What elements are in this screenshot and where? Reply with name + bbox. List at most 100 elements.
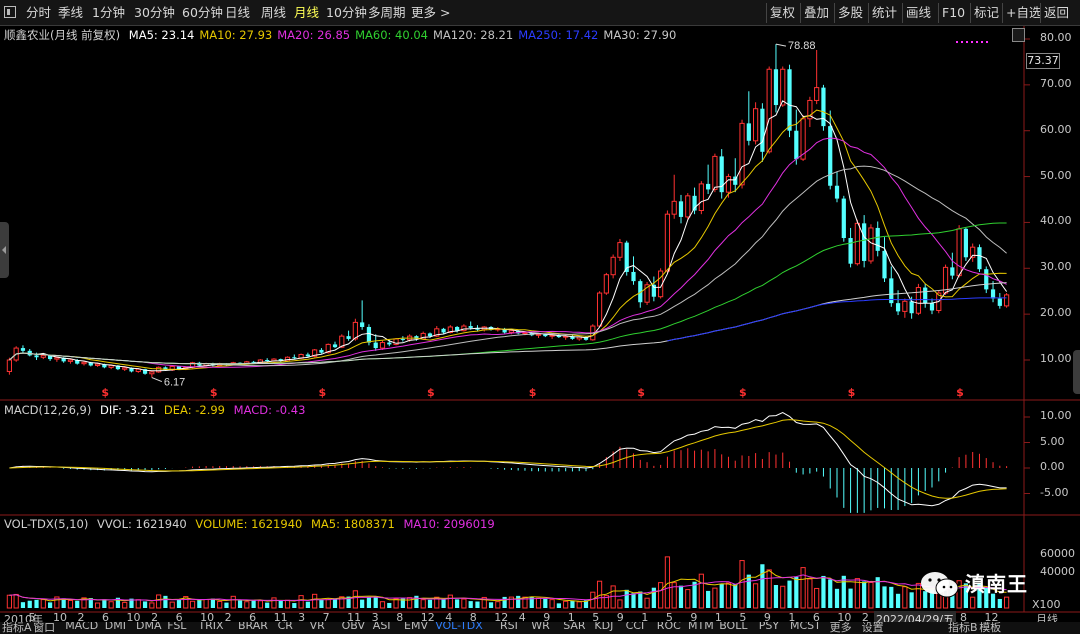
- vol-bar-down: [543, 598, 548, 608]
- indicator-tab-2[interactable]: MACD: [65, 622, 98, 632]
- candle-up: [508, 330, 514, 333]
- indicator-tab-9[interactable]: VR: [310, 622, 325, 632]
- dividend-marker[interactable]: $: [101, 386, 109, 399]
- window-icon[interactable]: [4, 6, 16, 18]
- toolbar-button-8[interactable]: 返回: [1044, 4, 1069, 22]
- indicator-tab-13[interactable]: VOL-TDX: [435, 622, 483, 632]
- indicator-tab-0[interactable]: 指标A: [2, 622, 32, 634]
- dividend-marker[interactable]: $: [739, 386, 747, 399]
- indicator-tab-1[interactable]: 窗口: [33, 622, 55, 634]
- price-axis-label: 40.00: [1040, 214, 1072, 228]
- period-tab-10[interactable]: 更多 >: [411, 4, 450, 22]
- dividend-marker[interactable]: $: [848, 386, 856, 399]
- vol-bar-down: [889, 586, 894, 608]
- vol-bar-down: [366, 596, 372, 608]
- period-tab-0[interactable]: 分时: [26, 4, 51, 22]
- period-tab-7[interactable]: 月线: [294, 4, 319, 22]
- vol-bar-up: [122, 601, 128, 609]
- candle-down: [441, 328, 446, 333]
- candle-up: [868, 227, 874, 262]
- toolbar-button-7[interactable]: +自选: [1006, 4, 1041, 22]
- indicator-tab-7[interactable]: BRAR: [238, 622, 268, 632]
- period-tab-3[interactable]: 30分钟: [134, 4, 175, 22]
- dividend-marker[interactable]: $: [637, 386, 645, 399]
- toolbar-button-4[interactable]: 画线: [906, 4, 931, 22]
- indicator-tab-11[interactable]: ASI: [373, 622, 391, 632]
- indicator-tab-12[interactable]: EMV: [404, 622, 428, 632]
- toolbar-separator: [1002, 3, 1003, 23]
- dividend-marker[interactable]: $: [427, 386, 435, 399]
- vol-bar-down: [841, 575, 846, 608]
- toolbar-button-5[interactable]: F10: [942, 4, 965, 22]
- right-collapse-handle[interactable]: [1073, 350, 1080, 394]
- period-tab-9[interactable]: 多周期: [368, 4, 406, 22]
- indicator-tab-18[interactable]: CCI: [626, 622, 645, 632]
- toolbar-button-3[interactable]: 统计: [872, 4, 897, 22]
- candle-down: [760, 108, 765, 152]
- indicator-tab-21[interactable]: BOLL: [719, 622, 747, 632]
- vol-bar-up: [698, 573, 704, 609]
- vol-bar-up: [156, 594, 162, 609]
- indicator-tab-14[interactable]: RSI: [500, 622, 518, 632]
- indicator-tab-25[interactable]: 设置: [862, 622, 884, 634]
- vol-bar-up: [257, 600, 263, 609]
- dividend-marker[interactable]: $: [210, 386, 218, 399]
- vol-bar-up: [407, 597, 413, 609]
- indicator-tab-22[interactable]: PSY: [759, 622, 779, 632]
- candle-up: [780, 68, 786, 106]
- indicator-tab-6[interactable]: TRIX: [198, 622, 223, 632]
- toolbar-button-1[interactable]: 叠加: [804, 4, 829, 22]
- indicator-tab-15[interactable]: WR: [531, 622, 550, 632]
- candle-up: [40, 354, 46, 358]
- vol-bar-down: [719, 583, 724, 608]
- ma250-line: [667, 297, 1007, 342]
- vol-bar-down: [556, 603, 561, 608]
- period-tab-8[interactable]: 10分钟: [326, 4, 367, 22]
- indicator-tab-3[interactable]: DMI: [105, 622, 126, 632]
- vol-bar-up: [814, 587, 820, 609]
- indicator-tab-19[interactable]: ROC: [657, 622, 681, 632]
- vol-volume: VOLUME: 1621940: [195, 517, 303, 531]
- candle-down: [346, 336, 351, 339]
- indicator-tab-16[interactable]: SAR: [563, 622, 585, 632]
- period-tab-6[interactable]: 周线: [261, 4, 286, 22]
- price-axis-label: 80.00: [1040, 31, 1072, 44]
- period-tab-1[interactable]: 季线: [58, 4, 83, 22]
- indicator-tab-8[interactable]: CR: [278, 622, 293, 632]
- period-tab-5[interactable]: 日线: [225, 4, 250, 22]
- stock-title: 顺鑫农业(月线 前复权): [4, 28, 121, 42]
- indicator-tab-26[interactable]: 指标B: [948, 622, 978, 634]
- dividend-marker[interactable]: $: [318, 386, 326, 399]
- candle-up: [712, 155, 718, 190]
- indicator-tab-23[interactable]: MCST: [790, 622, 821, 632]
- candle-up: [902, 300, 908, 312]
- indicator-tab-4[interactable]: DMA: [136, 622, 162, 632]
- left-collapse-handle[interactable]: [0, 222, 9, 278]
- vol-bar-down: [34, 599, 39, 608]
- indicator-tab-10[interactable]: OBV: [342, 622, 365, 632]
- period-tab-4[interactable]: 60分钟: [182, 4, 223, 22]
- vol-bar-down: [75, 600, 80, 608]
- indicator-tab-27[interactable]: 模板: [979, 622, 1001, 634]
- candle-up: [461, 325, 467, 332]
- toolbar-separator: [1040, 3, 1041, 23]
- period-tab-2[interactable]: 1分钟: [92, 4, 125, 22]
- indicator-tab-20[interactable]: MTM: [688, 622, 714, 632]
- dividend-marker[interactable]: $: [956, 386, 964, 399]
- macd-axis-label: 5.00: [1040, 434, 1065, 448]
- toolbar-separator: [800, 3, 801, 23]
- vol-bar-up: [352, 590, 358, 609]
- toolbar-button-6[interactable]: 标记: [974, 4, 999, 22]
- indicator-tab-24[interactable]: 更多: [830, 622, 852, 634]
- dividend-marker[interactable]: $: [529, 386, 537, 399]
- indicator-tab-5[interactable]: FSL: [167, 622, 186, 632]
- price-axis-label: 30.00: [1040, 260, 1072, 274]
- indicator-tab-17[interactable]: KDJ: [594, 622, 613, 632]
- toolbar-button-0[interactable]: 复权: [770, 4, 795, 22]
- toolbar-button-2[interactable]: 多股: [838, 4, 863, 22]
- kline-chart[interactable]: 78.88 6.17: [0, 26, 1080, 622]
- candle-up: [67, 359, 74, 362]
- vol-bar-up: [563, 600, 569, 609]
- panel-toggle-icon[interactable]: [1012, 28, 1025, 42]
- candle-up: [54, 357, 60, 360]
